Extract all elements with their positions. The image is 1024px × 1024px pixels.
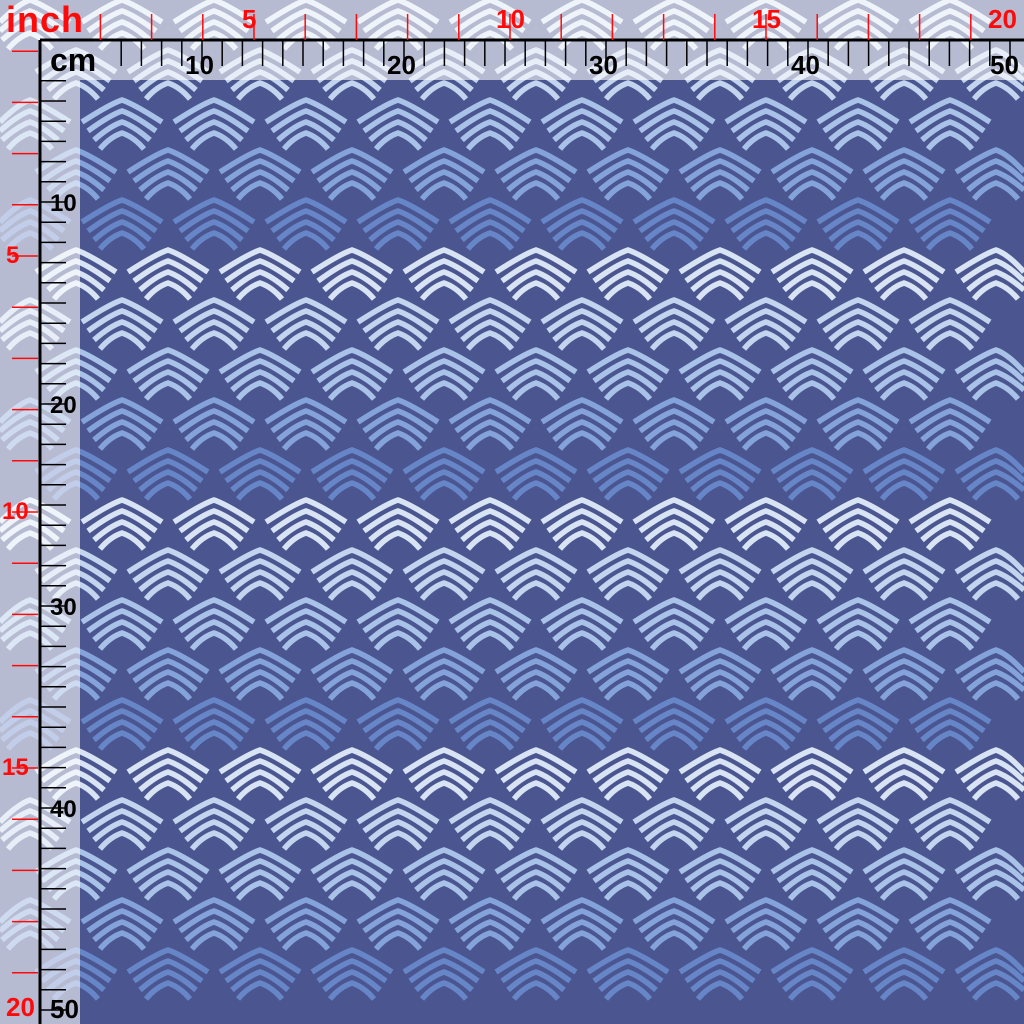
top-cm-label-10: 10: [185, 50, 214, 80]
left-inch-label-10: 10: [2, 498, 29, 525]
top-inch-label-20: 20: [988, 4, 1017, 34]
left-cm-label-50: 50: [50, 994, 79, 1024]
top-inch-label-5: 5: [242, 4, 257, 34]
top-inch-label-15: 15: [752, 4, 781, 34]
left-cm-label-10: 10: [50, 190, 77, 217]
top-cm-label-40: 40: [791, 50, 820, 80]
cm-unit-label: cm: [50, 42, 97, 78]
left-inch-label-20: 20: [6, 992, 35, 1022]
top-cm-label-30: 30: [589, 50, 618, 80]
left-inch-label-5: 5: [6, 242, 20, 269]
left-inch-label-15: 15: [2, 754, 29, 781]
fabric-swatch: [0, 0, 1024, 1024]
left-cm-label-40: 40: [50, 796, 77, 823]
left-cm-label-20: 20: [50, 392, 77, 419]
top-cm-label-50: 50: [990, 50, 1019, 80]
inch-unit-label: inch: [6, 0, 85, 40]
left-cm-label-30: 30: [50, 594, 77, 621]
top-inch-label-10: 10: [496, 4, 525, 34]
top-cm-label-20: 20: [387, 50, 416, 80]
